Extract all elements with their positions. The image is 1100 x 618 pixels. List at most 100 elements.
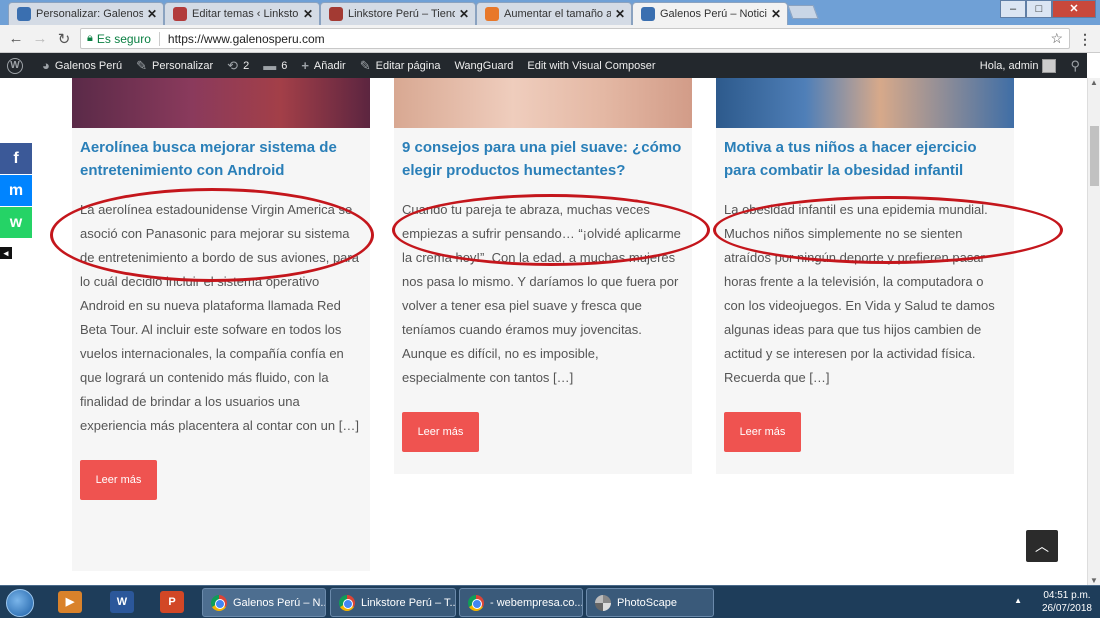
wordpress-logo-icon: W (7, 57, 23, 74)
browser-tab-strip: Personalizar: Galenos Pe ✕ Editar temas … (0, 0, 1100, 25)
read-more-button[interactable]: Leer más (402, 412, 479, 452)
read-more-button[interactable]: Leer más (80, 460, 157, 500)
wordpress-favicon-icon (641, 7, 655, 21)
post-title[interactable]: Motiva a tus niños a hacer ejercicio par… (716, 128, 1014, 182)
account-menu[interactable]: Hola, admin (973, 53, 1064, 78)
back-to-top-button[interactable]: ︿ (1026, 530, 1058, 562)
chrome-icon (211, 594, 227, 611)
post-image[interactable] (716, 78, 1014, 128)
plus-icon: + (301, 58, 309, 73)
comments-count: 6 (281, 59, 288, 72)
secure-label: Es seguro (96, 31, 151, 46)
edit-page-link[interactable]: ✎ Editar página (353, 53, 448, 78)
search-icon: ⚲ (1070, 57, 1080, 73)
close-window-button[interactable]: ✕ (1052, 0, 1096, 18)
taskbar-item-label: Linkstore Perú – T... (361, 596, 456, 609)
read-more-button[interactable]: Leer más (724, 412, 801, 452)
taskbar-item[interactable]: PhotoScape (586, 588, 714, 617)
media-player-icon[interactable]: ▶ (58, 591, 82, 613)
start-button[interactable] (6, 589, 34, 617)
pencil-icon: ✎ (359, 57, 371, 73)
site-favicon-icon (329, 7, 343, 21)
powerpoint-icon[interactable]: P (160, 591, 184, 613)
taskbar-item-label: Galenos Perú – N... (233, 596, 326, 609)
close-tab-icon[interactable]: ✕ (147, 7, 157, 21)
scroll-down-icon[interactable]: ▼ (1090, 576, 1098, 585)
admin-search-button[interactable]: ⚲ (1063, 53, 1087, 78)
updates-icon: ⟲ (227, 57, 239, 73)
wp-logo-button[interactable]: W (0, 53, 35, 78)
tab-title: Editar temas ‹ Linkstore P (192, 8, 299, 20)
browser-tab-active[interactable]: Galenos Perú – Noticias y ✕ (632, 2, 788, 25)
new-tab-button[interactable] (787, 5, 819, 19)
browser-toolbar: ← → ↻ 🔒︎ Es seguro https://www.galenospe… (0, 25, 1100, 53)
taskbar-item[interactable]: Linkstore Perú – T... (330, 588, 456, 617)
annotation-ellipse (392, 194, 710, 266)
messenger-share-icon[interactable]: m (0, 175, 32, 206)
url-text[interactable]: https://www.galenosperu.com (168, 32, 325, 46)
visual-composer-link[interactable]: Edit with Visual Composer (520, 53, 662, 78)
greeting: Hola, admin (979, 59, 1039, 72)
comments-link[interactable]: ▬ 6 (256, 53, 294, 78)
address-bar[interactable]: 🔒︎ Es seguro https://www.galenosperu.com… (80, 28, 1070, 49)
clock-time: 04:51 p.m. (1043, 590, 1091, 601)
lock-icon: 🔒︎ (87, 32, 93, 44)
wordpress-favicon-icon (17, 7, 31, 21)
post-card: Motiva a tus niños a hacer ejercicio par… (716, 78, 1014, 474)
maximize-button[interactable]: □ (1026, 0, 1052, 18)
facebook-share-icon[interactable]: f (0, 143, 32, 174)
taskbar-item-label: PhotoScape (617, 596, 677, 609)
close-tab-icon[interactable]: ✕ (459, 7, 469, 21)
browser-tab[interactable]: Linkstore Perú – Tienda O ✕ (320, 2, 476, 25)
site-name-link[interactable]: ◕ Galenos Perú (35, 53, 129, 78)
wp-admin-bar: W ◕ Galenos Perú ✎ Personalizar ⟲ 2 ▬ 6 … (0, 53, 1087, 78)
taskbar-item[interactable]: Galenos Perú – N... (202, 588, 326, 617)
window-controls: – □ ✕ (1000, 0, 1096, 18)
tab-title: Personalizar: Galenos Pe (36, 8, 143, 20)
add-new-link[interactable]: + Añadir (294, 53, 352, 78)
whatsapp-share-icon[interactable]: w (0, 207, 32, 238)
system-clock[interactable]: 04:51 p.m. 26/07/2018 (1042, 589, 1092, 615)
back-arrow-icon[interactable]: ← (4, 30, 28, 47)
photoscape-icon (595, 594, 611, 611)
post-title[interactable]: Aerolínea busca mejorar sistema de entre… (72, 128, 370, 182)
post-image[interactable] (72, 78, 370, 128)
chrome-icon (468, 594, 484, 611)
post-title[interactable]: 9 consejos para una piel suave: ¿cómo el… (394, 128, 692, 182)
browser-menu-icon[interactable]: ⋮ (1078, 31, 1092, 48)
site-name: Galenos Perú (54, 59, 123, 72)
annotation-ellipse (50, 188, 374, 282)
close-tab-icon[interactable]: ✕ (615, 7, 625, 21)
tab-title: Aumentar el tamaño a un (504, 8, 611, 20)
divider (158, 31, 160, 46)
add-new-label: Añadir (313, 59, 346, 72)
page-scrollbar[interactable]: ▲ ▼ (1087, 78, 1100, 585)
site-favicon-icon (173, 7, 187, 21)
paintbrush-icon: ✎ (136, 57, 148, 73)
browser-tab[interactable]: Aumentar el tamaño a un ✕ (476, 2, 632, 25)
browser-tab[interactable]: Personalizar: Galenos Pe ✕ (8, 2, 164, 25)
customize-link[interactable]: ✎ Personalizar (129, 53, 220, 78)
clock-date: 26/07/2018 (1041, 603, 1092, 614)
scroll-thumb[interactable] (1090, 126, 1099, 186)
reload-icon[interactable]: ↻ (52, 30, 76, 48)
forward-arrow-icon[interactable]: → (28, 30, 52, 47)
chrome-icon (339, 594, 355, 611)
close-tab-icon[interactable]: ✕ (303, 7, 313, 21)
close-tab-icon[interactable]: ✕ (771, 7, 781, 21)
comment-icon: ▬ (263, 58, 277, 73)
tray-expand-icon[interactable]: ▲ (1014, 596, 1022, 605)
visual-composer-label: Edit with Visual Composer (527, 59, 656, 72)
post-image[interactable] (394, 78, 692, 128)
hide-share-icon[interactable]: ◂ (0, 247, 12, 259)
updates-link[interactable]: ⟲ 2 (220, 53, 256, 78)
taskbar-item[interactable]: - webempresa.co... (459, 588, 583, 617)
wangguard-link[interactable]: WangGuard (447, 53, 520, 78)
word-icon[interactable]: W (110, 591, 134, 613)
scroll-up-icon[interactable]: ▲ (1090, 78, 1098, 87)
annotation-ellipse (713, 196, 1063, 264)
minimize-button[interactable]: – (1000, 0, 1026, 18)
dashboard-icon: ◕ (42, 58, 50, 73)
bookmark-star-icon[interactable]: ☆ (1050, 30, 1063, 47)
browser-tab[interactable]: Editar temas ‹ Linkstore P ✕ (164, 2, 320, 25)
